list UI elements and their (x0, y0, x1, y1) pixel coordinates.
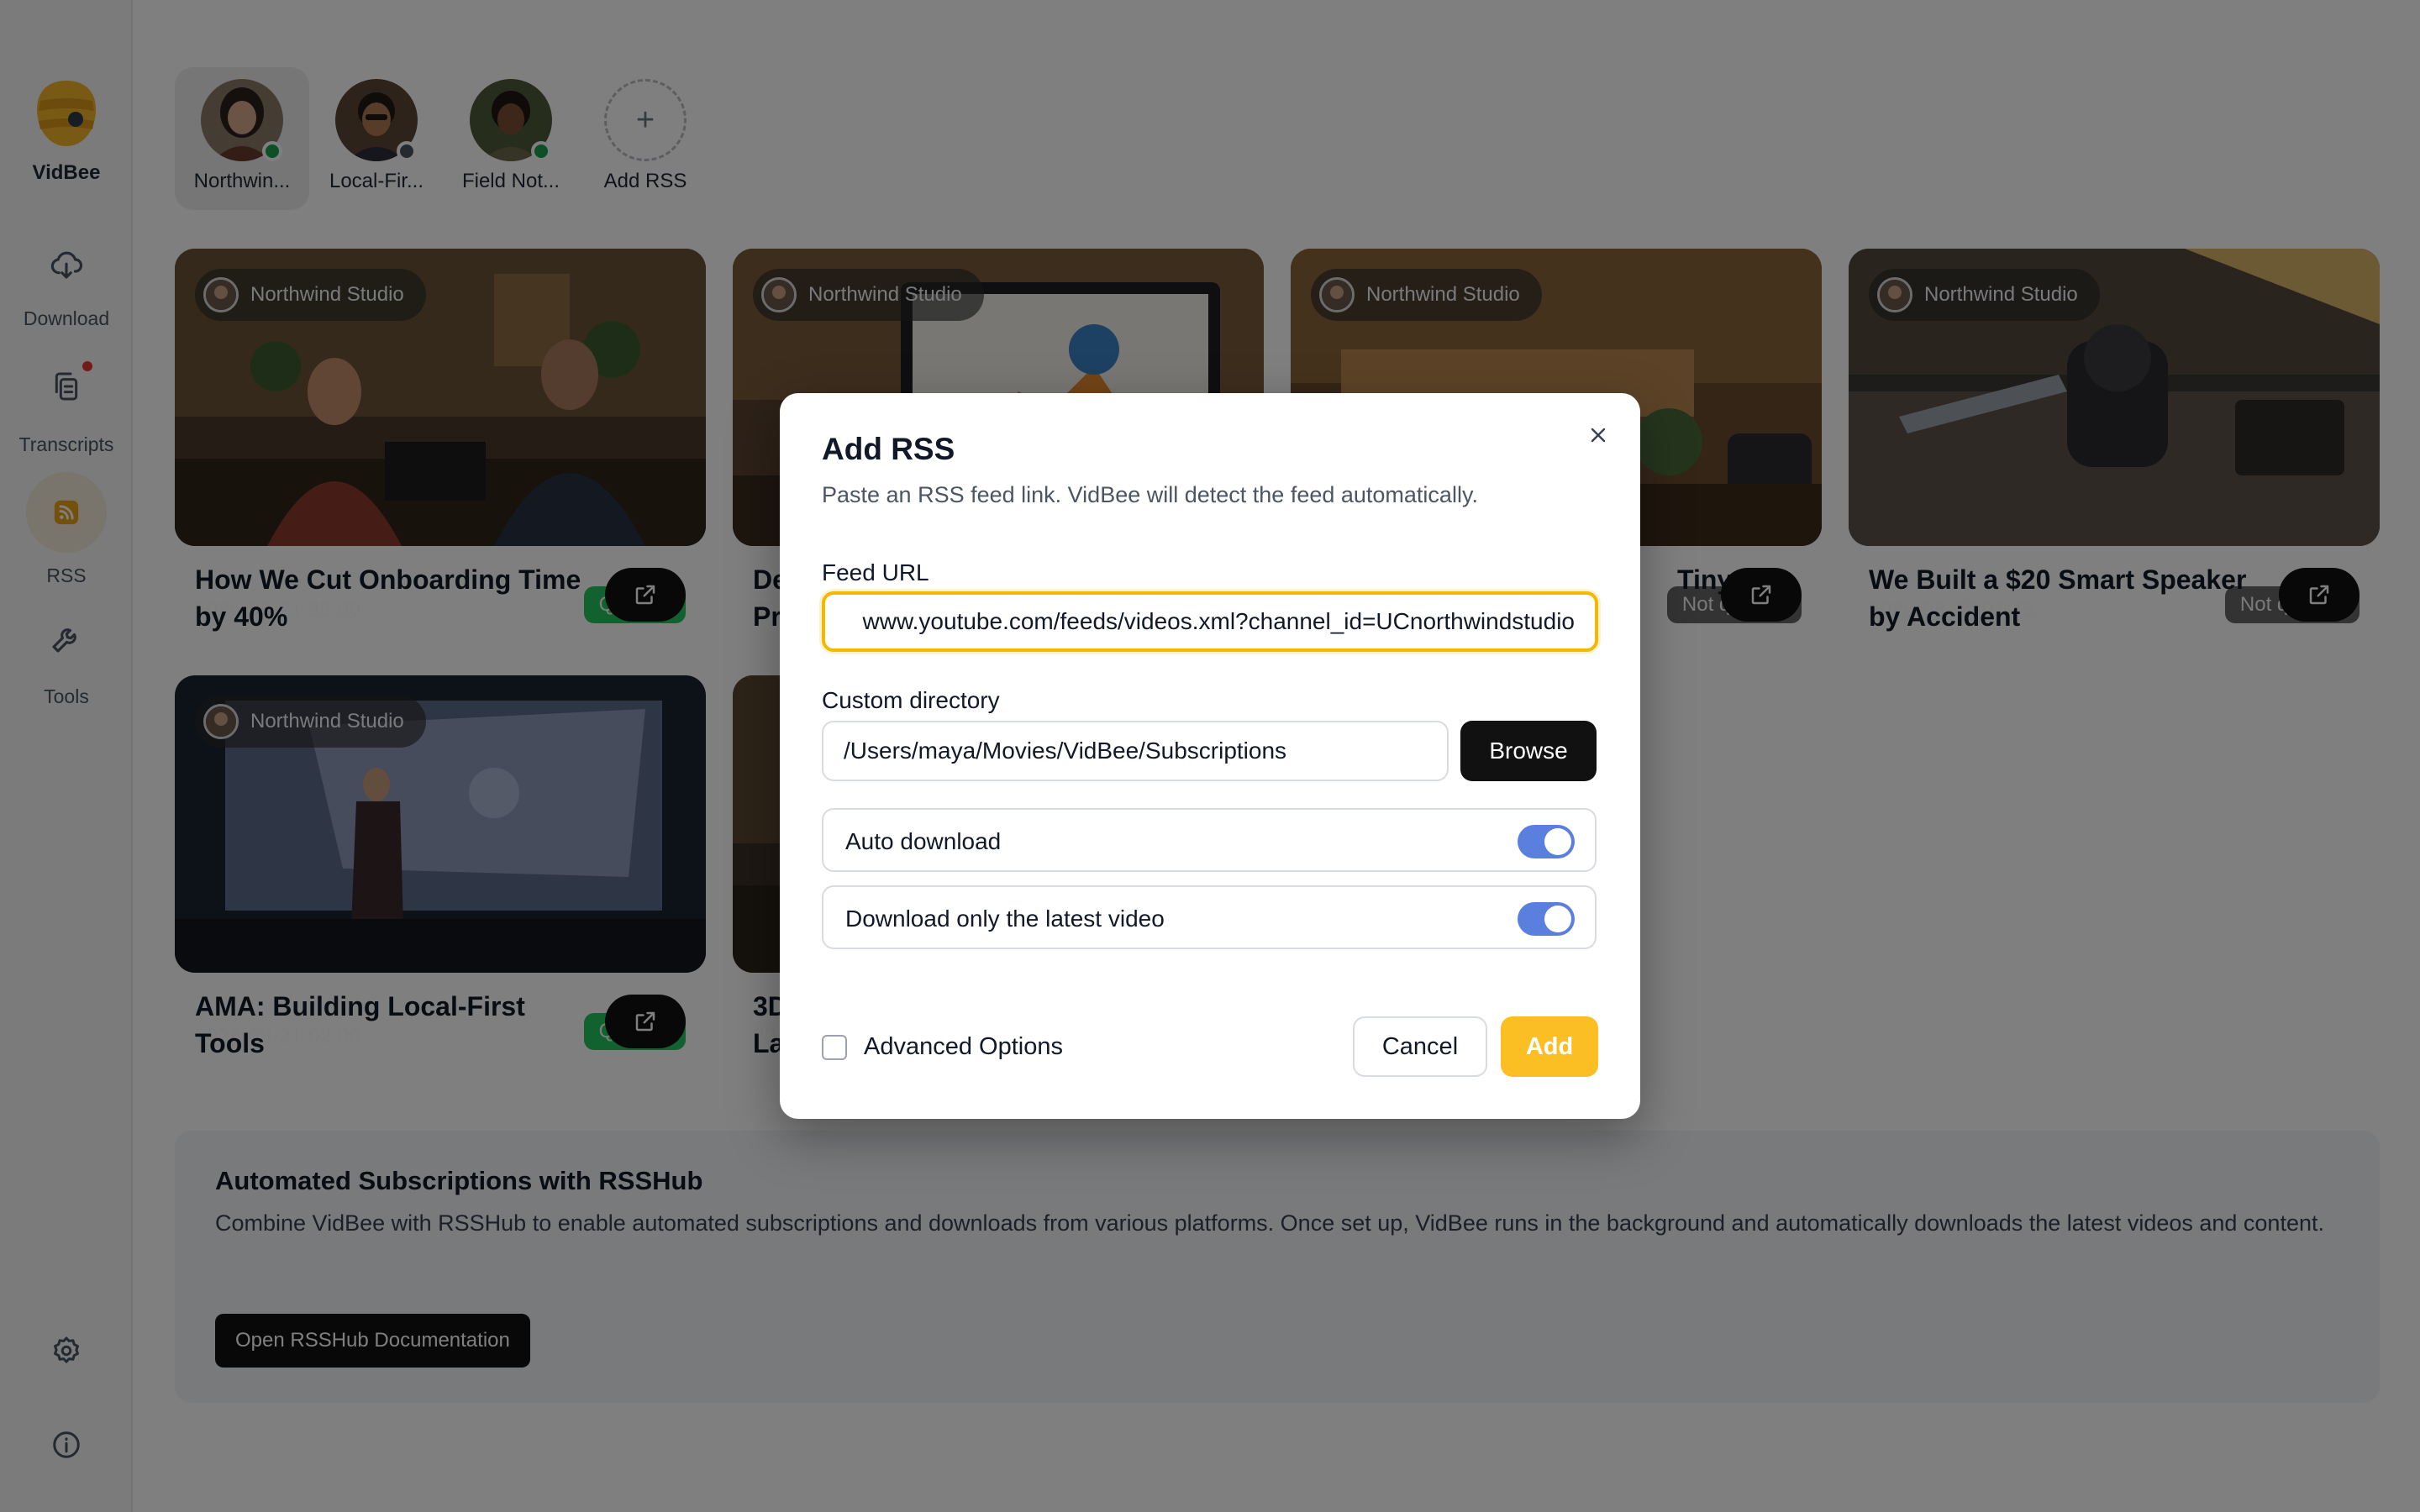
latest-only-label: Download only the latest video (845, 906, 1165, 932)
browse-button[interactable]: Browse (1460, 721, 1597, 781)
custom-directory-label: Custom directory (822, 687, 1000, 713)
latest-only-toggle[interactable] (1518, 902, 1575, 936)
custom-directory-input[interactable]: /Users/maya/Movies/VidBee/Subscriptions (822, 721, 1449, 781)
toggle-knob (1544, 906, 1571, 932)
feed-url-value: www.youtube.com/feeds/videos.xml?channel… (862, 608, 1575, 634)
auto-download-toggle[interactable] (1518, 825, 1575, 858)
advanced-options-label: Advanced Options (864, 1033, 1063, 1060)
custom-directory-value: /Users/maya/Movies/VidBee/Subscriptions (844, 738, 1287, 764)
add-button[interactable]: Add (1501, 1016, 1598, 1077)
feed-url-input[interactable]: www.youtube.com/feeds/videos.xml?channel… (822, 591, 1598, 652)
feed-url-label: Feed URL (822, 559, 929, 585)
close-icon (1591, 428, 1606, 443)
add-rss-dialog: Add RSS Paste an RSS feed link. VidBee w… (780, 393, 1640, 1119)
toggle-knob (1544, 828, 1571, 855)
app-window: VidBee Download Transcripts (0, 0, 2420, 1512)
advanced-options[interactable]: Advanced Options (822, 1033, 1063, 1061)
advanced-options-checkbox[interactable] (822, 1034, 847, 1060)
auto-download-label: Auto download (845, 828, 1002, 854)
dialog-description: Paste an RSS feed link. VidBee will dete… (822, 482, 1478, 507)
close-button[interactable] (1581, 418, 1615, 452)
latest-only-row: Download only the latest video (822, 885, 1597, 949)
dialog-title: Add RSS (822, 432, 955, 466)
auto-download-row: Auto download (822, 808, 1597, 872)
cancel-button[interactable]: Cancel (1353, 1016, 1487, 1077)
